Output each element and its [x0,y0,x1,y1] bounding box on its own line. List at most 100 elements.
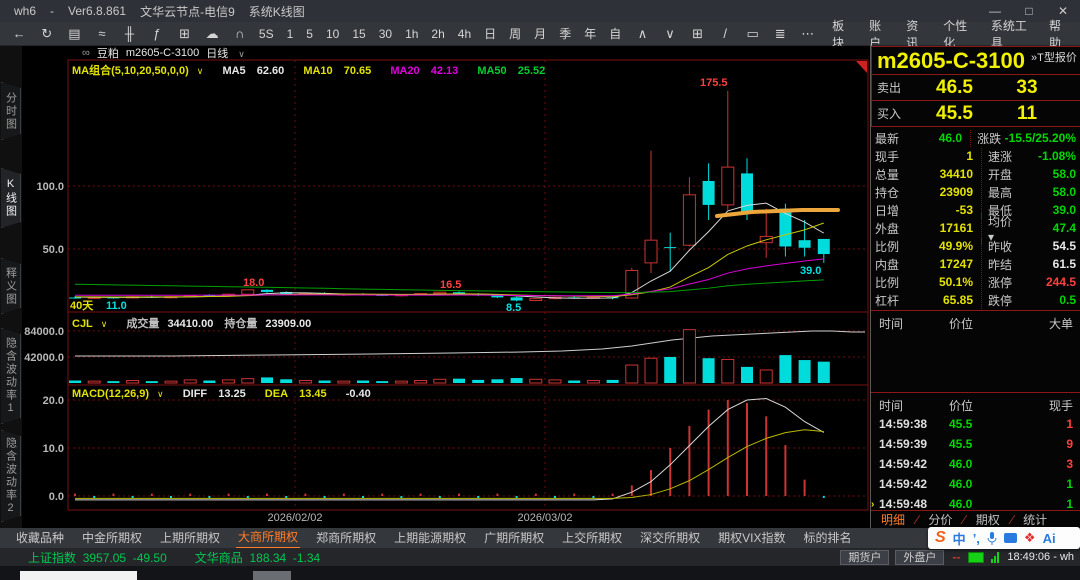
macd-settings-label[interactable]: MACD(12,26,9)∨ [72,388,172,400]
exchange-tab-中金所期权[interactable]: 中金所期权 [80,528,144,548]
ma-settings-label[interactable]: MA组合(5,10,20,50,0,0)∨ [72,65,211,77]
back-icon[interactable]: ← [11,26,28,41]
sogou-logo-icon[interactable]: S [935,529,946,547]
ask-row[interactable]: 卖出 46.5 33 [871,75,1080,101]
period-button-5S[interactable]: 5S [257,27,276,41]
period-button-30[interactable]: 30 [377,27,394,41]
quote-value: 46.0 [905,131,962,145]
exchange-tab-大商所期权[interactable]: 大商所期权 [236,527,300,549]
quote-row-比例: 比例50.1%涨停244.5 [871,273,1080,291]
quote-tab-统计[interactable]: 统计 [1013,511,1057,528]
os-taskbar [0,566,1080,580]
period-button-月[interactable]: 月 [532,25,548,42]
cloud-download-icon[interactable]: ☁ [204,26,221,42]
keyboard-icon[interactable] [1004,533,1017,543]
title-separator: - [50,4,54,18]
quote-label: 日增 [875,202,909,219]
period-button-4h[interactable]: 4h [456,27,473,41]
rect-tool-icon[interactable]: ▭ [744,26,761,42]
quote-value: 1 [909,149,973,163]
period-button-2h[interactable]: 2h [429,27,446,41]
period-button-15[interactable]: 15 [350,27,367,41]
svg-text:10.0: 10.0 [43,443,64,455]
ime-toolbar[interactable]: S 中 ’, ❖ Ai [928,527,1080,549]
tick-time: 14:59:39 [879,437,949,451]
t-quote-link[interactable]: »T型报价 [1031,49,1077,65]
taskbar-item[interactable] [253,571,291,580]
sidebar-tab-隐含波动率2[interactable]: 隐含波动率2 [1,430,21,522]
index-ticker-wenhua[interactable]: 文华商品 188.34 -1.34 [195,549,320,566]
sidebar-tab-分时图[interactable]: 分时图 [1,82,21,140]
quote-row-最新: 最新46.0涨跌-15.5/25.20% [871,129,1080,147]
tick-row: 14:59:3945.59 [871,434,1080,454]
quote-row-杠杆: 杠杆65.85跌停0.5 [871,291,1080,309]
exchange-tab-郑商所期权[interactable]: 郑商所期权 [314,528,378,548]
exchange-tab-深交所期权[interactable]: 深交所期权 [638,528,702,548]
sidebar-tab-释义图[interactable]: 释义图 [1,258,21,314]
quote-label: 杠杆 [875,292,909,309]
taskbar-window-preview[interactable] [20,571,137,580]
quote-tab-明细[interactable]: 明细 [871,511,915,528]
period-button-5[interactable]: 5 [304,27,315,41]
period-button-1[interactable]: 1 [285,27,296,41]
period-button-日[interactable]: 日 [482,25,498,42]
chinese-mode-icon[interactable]: 中 [953,529,966,548]
quote-label: 比例 [875,238,909,255]
exchange-tab-标的排名[interactable]: 标的排名 [801,528,853,548]
exchange-tab-上交所期权[interactable]: 上交所期权 [560,528,624,548]
quote-value: -1.08% [1019,149,1076,163]
voice-input-icon[interactable] [987,532,997,545]
quote-list-icon[interactable]: ▤ [66,26,83,42]
index-ticker-shanghai[interactable]: 上证指数 3957.05 -49.50 [28,549,167,566]
refresh-icon[interactable]: ↻ [39,26,56,42]
futures-account-button[interactable]: 期货户 [840,550,889,565]
period-button-年[interactable]: 年 [582,25,598,42]
exchange-tab-上期能源期权[interactable]: 上期能源期权 [392,528,468,548]
exchange-tab-期权VIX指数[interactable]: 期权VIX指数 [716,528,787,548]
period-button-周[interactable]: 周 [507,25,523,42]
main-toolbar: ←↻▤≈╫ƒ⊞☁∩5S151015301h2h4h日周月季年自∧∨⊞/▭≣⋯板块… [0,22,1080,46]
punctuation-icon[interactable]: ’, [973,531,980,546]
layout-icon[interactable]: ≣ [772,26,789,42]
tick-chart-icon[interactable]: ƒ [149,26,166,41]
boxed-chart-icon[interactable]: ⊞ [176,26,193,42]
draw-line-icon[interactable]: / [717,26,734,41]
period-button-10[interactable]: 10 [324,27,341,41]
line-chart-icon[interactable]: ≈ [94,26,111,41]
chart-title-row: ∞ 豆粕 m2605-C-3100 日线 ∨ [82,46,259,60]
quote-value: -53 [909,203,973,217]
exchange-tab-收藏品种[interactable]: 收藏品种 [14,528,66,548]
clock-label: 18:49:06 - wh [1007,551,1074,563]
candle-chart-icon[interactable]: ╫ [121,26,138,41]
period-button-自[interactable]: 自 [607,25,623,42]
overseas-account-button[interactable]: 外盘户 [895,550,944,565]
link-icon[interactable]: ∞ [82,47,90,59]
period-button-季[interactable]: 季 [557,25,573,42]
exchange-tab-上期所期权[interactable]: 上期所期权 [158,528,222,548]
exchange-tab-bar: 收藏品种中金所期权上期所期权大商所期权郑商所期权上期能源期权广期所期权上交所期权… [0,528,1080,548]
bid-row[interactable]: 买入 45.5 11 [871,101,1080,127]
kline-chart-canvas[interactable]: 2026/02/022026/03/02100.050.084000.04200… [22,46,870,528]
quote-label: 涨停 [981,274,1019,291]
alert-bell-icon[interactable]: ∩ [231,26,248,41]
period-selector[interactable]: 日线 ∨ [206,45,252,61]
collapse-up-icon[interactable]: ∧ [634,26,651,42]
expand-down-icon[interactable]: ∨ [662,26,679,42]
more-icon[interactable]: ⋯ [800,26,817,42]
add-pane-icon[interactable]: ⊞ [689,26,706,42]
sidebar-tab-K线图[interactable]: K线图 [1,168,21,228]
quote-value: 244.5 [1019,275,1076,289]
quote-tab-期权[interactable]: 期权 [966,511,1010,528]
chart-area[interactable]: ∞ 豆粕 m2605-C-3100 日线 ∨ MA组合(5,10,20,50,0… [22,46,870,528]
sidebar-tab-隐含波动率1[interactable]: 隐含波动率1 [1,328,21,424]
volume-settings-label[interactable]: CJL∨ [72,318,115,330]
quote-tab-分价[interactable]: 分价 [918,511,962,528]
ai-assistant-icon[interactable]: Ai [1043,531,1056,546]
period-button-1h[interactable]: 1h [403,27,420,41]
exchange-tab-广期所期权[interactable]: 广期所期权 [482,528,546,548]
macd-indicator-header: MACD(12,26,9)∨ DIFF 13.25 DEA 13.45 -0.4… [72,388,379,400]
skin-icon[interactable]: ❖ [1024,530,1036,546]
svg-text:42000.0: 42000.0 [24,352,64,364]
quote-label: 最高 [981,184,1019,201]
quote-value: 17247 [909,257,973,271]
